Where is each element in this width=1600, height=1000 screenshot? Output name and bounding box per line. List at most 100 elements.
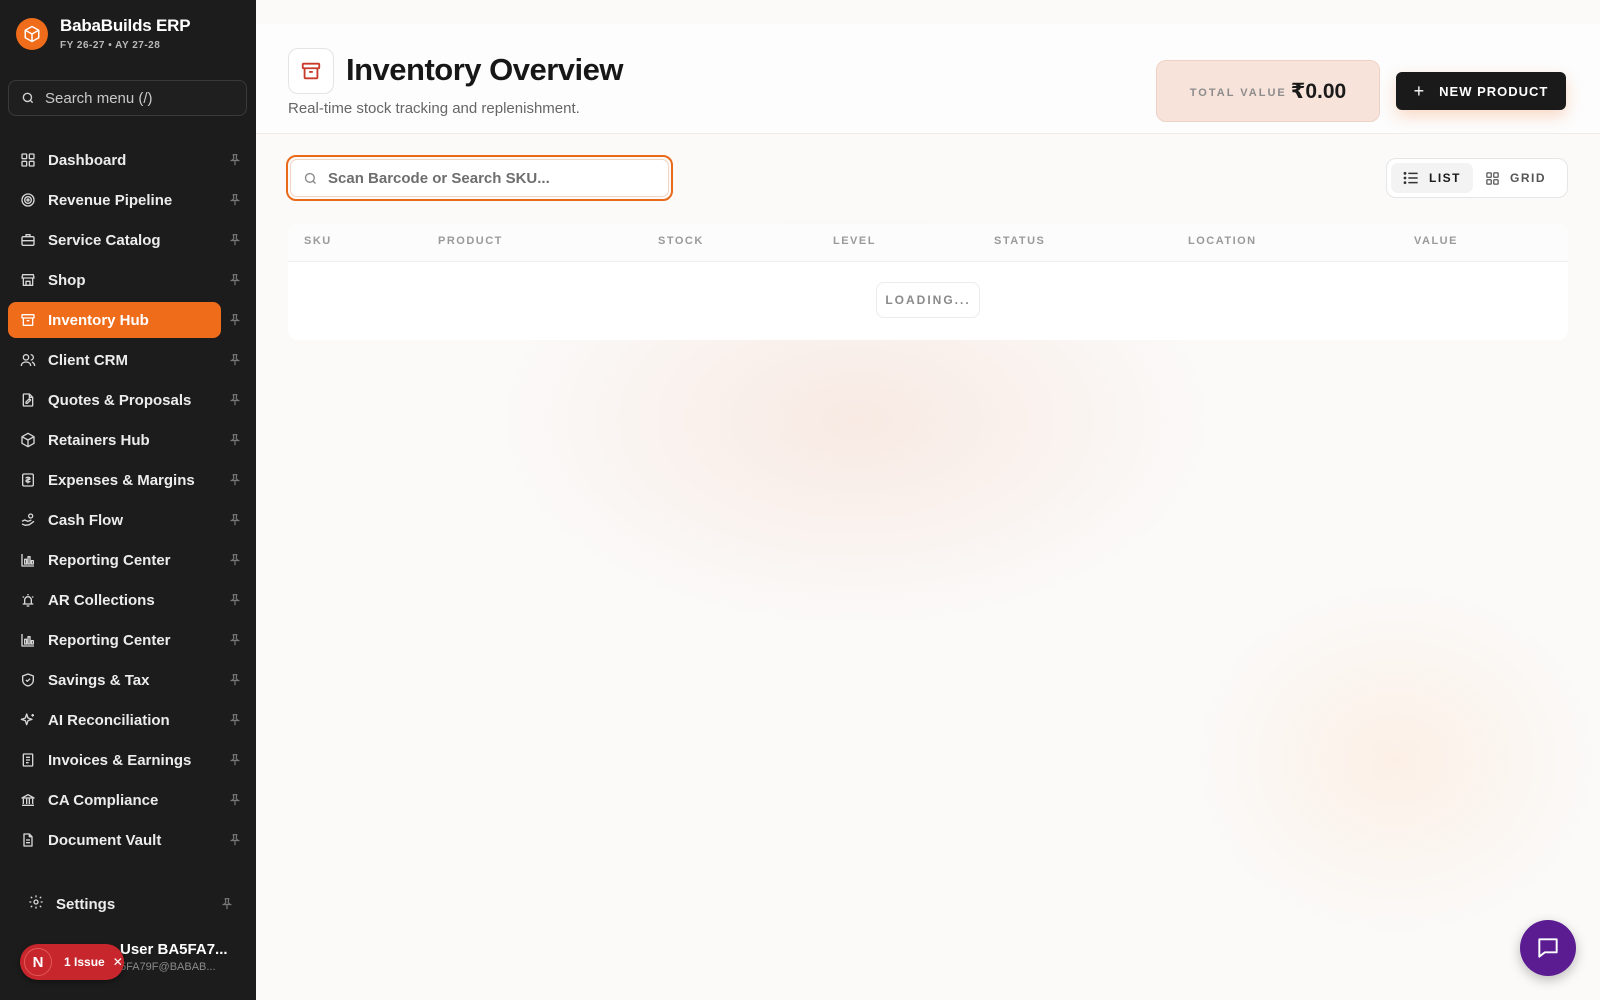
column-header-level[interactable]: LEVEL [833, 235, 876, 247]
pin-icon[interactable] [228, 713, 242, 727]
pin-icon[interactable] [228, 553, 242, 567]
sidebar-item-label: Inventory Hub [48, 311, 149, 329]
store-icon [20, 272, 36, 288]
user-name: User BA5FA7... [120, 941, 228, 958]
menu-search-input[interactable] [45, 89, 235, 107]
sidebar-item-revenue-pipeline[interactable]: Revenue Pipeline [8, 182, 248, 218]
column-header-product[interactable]: PRODUCT [438, 235, 503, 247]
sidebar-nav: Dashboard Revenue Pipeline Service Catalog… [8, 142, 248, 862]
sidebar-item-cash-flow[interactable]: Cash Flow [8, 502, 248, 538]
column-header-status[interactable]: STATUS [994, 235, 1045, 247]
pin-icon[interactable] [228, 633, 242, 647]
pin-icon[interactable] [228, 513, 242, 527]
sidebar-item-label: Retainers Hub [48, 431, 150, 449]
issue-badge[interactable]: N 1 Issue ✕ [20, 944, 124, 980]
column-header-stock[interactable]: STOCK [658, 235, 704, 247]
alarm-icon [20, 592, 36, 608]
menu-search[interactable] [8, 80, 247, 116]
package-icon [20, 432, 36, 448]
sidebar-item-shop[interactable]: Shop [8, 262, 248, 298]
pin-icon[interactable] [228, 313, 242, 327]
pin-icon[interactable] [228, 833, 242, 847]
archive-icon [288, 48, 334, 94]
column-header-sku[interactable]: SKU [304, 235, 332, 247]
sidebar-item-document-vault[interactable]: Document Vault [8, 822, 248, 858]
pin-icon[interactable] [228, 353, 242, 367]
pin-icon[interactable] [228, 433, 242, 447]
sidebar-item-label: Expenses & Margins [48, 471, 195, 489]
view-toggle: LIST GRID [1386, 158, 1568, 198]
pin-icon[interactable] [228, 753, 242, 767]
sidebar-item-reporting-center[interactable]: Reporting Center [8, 542, 248, 578]
bar-chart-icon [20, 632, 36, 648]
sidebar-item-ai-reconciliation[interactable]: AI Reconciliation [8, 702, 248, 738]
sidebar-item-label: Service Catalog [48, 231, 161, 249]
issue-close-icon[interactable]: ✕ [113, 955, 123, 969]
sidebar-item-invoices-earnings[interactable]: Invoices & Earnings [8, 742, 248, 778]
sidebar-item-inventory-hub[interactable]: Inventory Hub [8, 302, 241, 338]
target-icon [20, 192, 36, 208]
sidebar-item-expenses-margins[interactable]: Expenses & Margins [8, 462, 248, 498]
sidebar-item-reporting-center[interactable]: Reporting Center [8, 622, 248, 658]
brand[interactable]: BabaBuilds ERP FY 26-27 • AY 27-28 [16, 16, 191, 51]
total-value-amount: ₹0.00 [1290, 79, 1347, 103]
grid-icon [1486, 171, 1499, 185]
sidebar-item-savings-tax[interactable]: Savings & Tax [8, 662, 248, 698]
pin-icon[interactable] [228, 393, 242, 407]
issue-label: 1 Issue [64, 955, 105, 969]
hand-coins-icon [20, 512, 36, 528]
sidebar-item-service-catalog[interactable]: Service Catalog [8, 222, 248, 258]
pin-icon[interactable] [228, 793, 242, 807]
column-header-value[interactable]: VALUE [1414, 235, 1458, 247]
file-edit-icon [20, 392, 36, 408]
total-value-label: TOTAL VALUE [1189, 86, 1287, 99]
sidebar-item-ca-compliance[interactable]: CA Compliance [8, 782, 248, 818]
page-title: Inventory Overview [346, 52, 624, 87]
users-icon [20, 352, 36, 368]
view-grid-button[interactable]: GRID [1473, 163, 1558, 193]
sidebar-item-label: Revenue Pipeline [48, 191, 173, 209]
sidebar-item-label: Reporting Center [48, 551, 171, 569]
sidebar-item-client-crm[interactable]: Client CRM [8, 342, 248, 378]
app-name: BabaBuilds ERP [60, 16, 191, 35]
document-icon [20, 832, 36, 848]
sidebar-item-retainers-hub[interactable]: Retainers Hub [8, 422, 248, 458]
settings-label: Settings [56, 895, 116, 913]
cube-logo-icon [16, 17, 48, 50]
pin-icon[interactable] [228, 193, 242, 207]
sidebar: BabaBuilds ERP FY 26-27 • AY 27-28 Dashb… [0, 0, 256, 1000]
sidebar-item-dashboard[interactable]: Dashboard [8, 142, 248, 178]
column-header-location[interactable]: LOCATION [1188, 235, 1257, 247]
sidebar-item-settings[interactable]: Settings [16, 886, 240, 922]
shield-icon [20, 672, 36, 688]
sidebar-item-label: Document Vault [48, 831, 162, 849]
pin-icon[interactable] [228, 273, 242, 287]
sidebar-item-label: CA Compliance [48, 791, 159, 809]
new-product-label: NEW PRODUCT [1439, 83, 1549, 99]
view-grid-label: GRID [1510, 171, 1546, 185]
user-email: 5FA79F@BABAB... [120, 961, 216, 973]
sidebar-item-quotes-proposals[interactable]: Quotes & Proposals [8, 382, 248, 418]
total-value-card: TOTAL VALUE ₹0.00 [1156, 60, 1380, 122]
scan-search-input[interactable] [328, 169, 648, 187]
main-content: Inventory Overview Real-time stock track… [256, 0, 1600, 1000]
pin-icon[interactable] [228, 593, 242, 607]
user-profile[interactable]: User BA5FA7... 5FA79F@BABAB... [120, 941, 228, 973]
pin-icon[interactable] [228, 673, 242, 687]
plus-icon: + [1413, 80, 1426, 101]
archive-icon [20, 312, 36, 328]
pin-icon[interactable] [228, 233, 242, 247]
invoice-icon [20, 752, 36, 768]
chat-button[interactable] [1520, 920, 1576, 976]
sidebar-item-ar-collections[interactable]: AR Collections [8, 582, 248, 618]
issue-n-icon: N [24, 948, 52, 976]
sidebar-item-label: Shop [48, 271, 86, 289]
pin-icon[interactable] [228, 153, 242, 167]
view-list-button[interactable]: LIST [1391, 163, 1473, 193]
sidebar-item-label: AI Reconciliation [48, 711, 170, 729]
scan-search-box[interactable] [286, 155, 673, 201]
pin-icon[interactable] [228, 473, 242, 487]
new-product-button[interactable]: + NEW PRODUCT [1396, 72, 1566, 110]
pin-icon[interactable] [220, 897, 234, 911]
grid-icon [20, 152, 36, 168]
